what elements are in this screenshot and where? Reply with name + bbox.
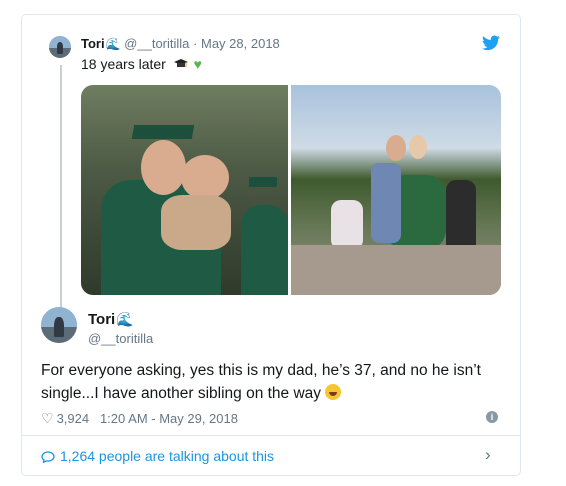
green-heart-icon: ♥ <box>193 56 202 72</box>
conversation-text: 1,264 people are talking about this <box>60 448 275 464</box>
author-name-row: Tori🌊 <box>88 311 134 328</box>
like-count[interactable]: 3,924 <box>57 411 90 426</box>
speech-bubble-icon <box>41 451 55 463</box>
quoted-author-avatar[interactable] <box>49 36 71 58</box>
tweet-text-row: For everyone asking, yes this is my dad,… <box>41 359 503 405</box>
tweet-meta: ♡ 3,924 1:20 AM - May 29, 2018 <box>41 410 238 427</box>
chevron-right-icon[interactable]: › <box>485 445 491 465</box>
tweet-timestamp[interactable]: 1:20 AM - May 29, 2018 <box>100 411 238 426</box>
graduation-photo-2018[interactable] <box>291 85 501 295</box>
wave-icon: 🌊 <box>116 311 134 327</box>
footer-divider <box>22 435 520 436</box>
twitter-bird-icon[interactable] <box>482 35 500 51</box>
like-heart-icon[interactable]: ♡ <box>41 410 54 427</box>
quoted-tweet-text-row: 18 years later ♥ <box>81 56 202 72</box>
thread-line <box>60 65 62 310</box>
wave-icon: 🌊 <box>105 37 121 51</box>
graduation-cap-icon <box>173 59 188 67</box>
quoted-author-handle[interactable]: @__toritilla <box>124 36 189 51</box>
quoted-tweet-date[interactable]: May 28, 2018 <box>201 36 280 51</box>
info-icon[interactable]: i <box>486 411 498 423</box>
quoted-tweet-text: 18 years later <box>81 56 166 72</box>
author-name[interactable]: Tori <box>88 311 115 328</box>
separator-dot: · <box>193 36 198 51</box>
quoted-tweet-photos[interactable] <box>81 85 501 295</box>
quoted-tweet-header: Tori🌊 @__toritilla · May 28, 2018 <box>81 36 280 51</box>
conversation-link[interactable]: 1,264 people are talking about this <box>41 448 274 464</box>
laughing-emoji-icon <box>325 384 342 400</box>
quoted-author-name[interactable]: Tori <box>81 36 105 51</box>
author-avatar[interactable] <box>41 307 77 343</box>
tweet-text: For everyone asking, yes this is my dad,… <box>41 362 481 402</box>
tweet-embed-card: Tori🌊 @__toritilla · May 28, 2018 18 yea… <box>21 14 521 476</box>
graduation-photo-2000[interactable] <box>81 85 288 295</box>
author-handle[interactable]: @__toritilla <box>88 331 153 346</box>
